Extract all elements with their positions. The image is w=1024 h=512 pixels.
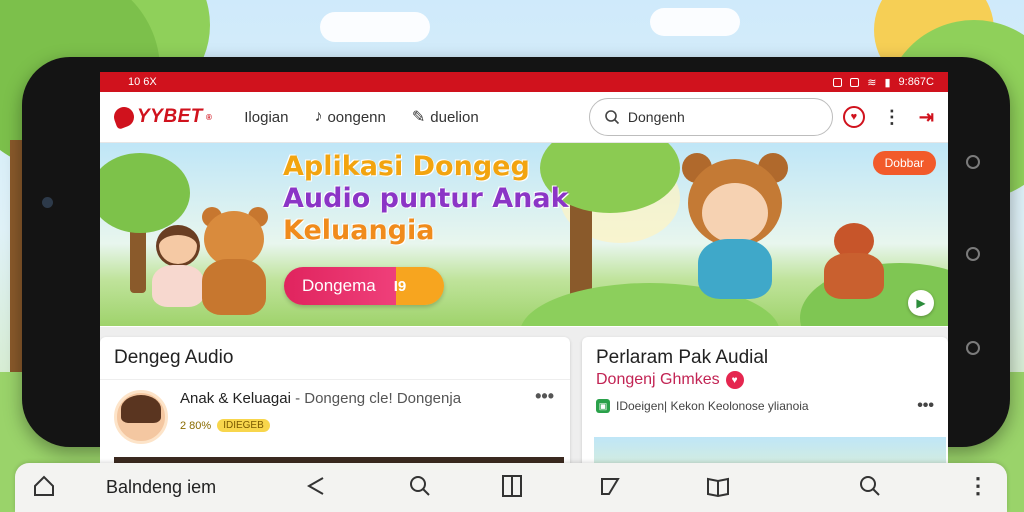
list-item[interactable]: Anak & Keluagai - Dongeng cle! Dongenja … bbox=[100, 380, 570, 454]
nav-item-label: duelion bbox=[430, 108, 479, 126]
more-options-icon[interactable]: ••• bbox=[535, 386, 554, 407]
header-actions: ♥ ⋮ ⇥ bbox=[842, 106, 934, 128]
wifi-icon: ≋ bbox=[867, 76, 877, 89]
episode-meta: 2 80% IDIEGEB bbox=[180, 419, 461, 432]
bottom-nav-label[interactable]: Balndeng iem bbox=[106, 477, 216, 498]
episode-title-main: Anak & Keluagai bbox=[180, 390, 291, 407]
logo-text: YYBET bbox=[137, 106, 203, 127]
edit-icon[interactable] bbox=[597, 473, 623, 499]
card-info-line: ▣ IDoeigen| Kekon Keolonose ylianoia ••• bbox=[582, 389, 948, 423]
background-cloud bbox=[650, 8, 740, 36]
speech-icon: ✎ bbox=[411, 109, 426, 126]
bottom-nav: Balndeng iem ⋮ bbox=[15, 463, 1007, 512]
share-icon[interactable] bbox=[303, 473, 329, 499]
hero-banner[interactable]: Aplikasi Dongeg Audio puntur Anak Keluan… bbox=[100, 143, 948, 326]
search-box[interactable] bbox=[588, 98, 833, 136]
hero-tree bbox=[100, 153, 190, 233]
phone-side-button bbox=[966, 247, 980, 261]
logo-registered: ® bbox=[205, 112, 213, 122]
card-subtitle: Dongenj Ghmkes ♥ bbox=[582, 371, 948, 389]
search-input[interactable] bbox=[627, 109, 808, 125]
hero-tag[interactable]: Dobbar bbox=[872, 151, 936, 175]
signal-icon: ▮ bbox=[884, 76, 891, 89]
audio-card: Dengeg Audio Anak & Keluagai - Dongeng c… bbox=[100, 337, 570, 467]
hero-cta-badge: I9 bbox=[393, 277, 407, 295]
featured-card[interactable]: Perlaram Pak Audial Dongenj Ghmkes ♥ ▣ I… bbox=[582, 337, 948, 467]
card-subtitle-text: Dongenj Ghmkes bbox=[596, 371, 720, 388]
home-icon[interactable] bbox=[31, 473, 57, 499]
phone-side-button bbox=[966, 155, 980, 169]
status-right: ≋ ▮ 9:867C bbox=[833, 76, 934, 89]
avatar bbox=[114, 390, 168, 444]
phone-screen: 10 6X ≋ ▮ 9:867C YYBET ® Ilogian ♪ oonge… bbox=[100, 72, 948, 467]
episode-progress-text: 2 80% bbox=[180, 419, 212, 432]
episode-subtitle: - Dongeng cle! Dongenja bbox=[295, 390, 462, 407]
card-title: Dengeg Audio bbox=[100, 337, 570, 380]
camera-dot bbox=[42, 197, 53, 208]
status-left: 10 6X bbox=[128, 76, 157, 88]
more-options-icon[interactable]: ⋮ bbox=[883, 107, 901, 128]
episode-title: Anak & Keluagai - Dongeng cle! Dongenja bbox=[180, 390, 461, 407]
top-nav: Ilogian ♪ oongenn ✎ duelion bbox=[244, 107, 478, 127]
play-icon[interactable]: ▶ bbox=[908, 290, 934, 316]
notification-icon bbox=[850, 77, 860, 87]
status-bar: 10 6X ≋ ▮ 9:867C bbox=[100, 72, 948, 92]
dog-character bbox=[820, 223, 890, 303]
nav-item-label: Ilogian bbox=[244, 108, 289, 126]
menu-icon[interactable]: ⇥ bbox=[919, 107, 934, 128]
app-header: YYBET ® Ilogian ♪ oongenn ✎ duelion ♥ bbox=[100, 92, 948, 143]
status-badge: IDIEGEB bbox=[217, 419, 270, 432]
nav-item-duelion[interactable]: ✎ duelion bbox=[412, 107, 479, 127]
bear-character bbox=[196, 205, 276, 315]
search-icon[interactable] bbox=[857, 473, 883, 499]
background-cloud bbox=[320, 12, 430, 42]
hero-cta-button[interactable]: Dongema I9 bbox=[284, 267, 444, 305]
search-icon[interactable] bbox=[407, 473, 433, 499]
card-title: Perlaram Pak Audial bbox=[596, 347, 769, 368]
nav-item-oongenn[interactable]: ♪ oongenn bbox=[314, 107, 385, 127]
phone-side-button bbox=[966, 341, 980, 355]
hero-title-line2: Audio puntur Anak bbox=[283, 183, 569, 214]
more-options-icon[interactable]: ••• bbox=[917, 397, 934, 415]
nav-item-ilogian[interactable]: Ilogian bbox=[244, 107, 288, 127]
library-icon[interactable] bbox=[705, 473, 731, 499]
bear-kid-character bbox=[680, 153, 790, 313]
hero-title-line1: Aplikasi Dongeg bbox=[283, 151, 530, 182]
hero-title-line3: Keluangia bbox=[283, 215, 435, 246]
hero-cta-label: Dongema bbox=[302, 276, 376, 295]
nav-item-label: oongenn bbox=[327, 108, 386, 126]
logo-mark-icon bbox=[111, 104, 137, 130]
alarm-icon bbox=[833, 77, 843, 87]
more-options-icon[interactable]: ⋮ bbox=[967, 473, 989, 499]
hero-title: Aplikasi Dongeg Audio puntur Anak Keluan… bbox=[283, 151, 569, 247]
content-area: Dengeg Audio Anak & Keluagai - Dongeng c… bbox=[100, 327, 948, 467]
shield-icon[interactable]: ♥ bbox=[842, 106, 865, 128]
status-time: 9:867C bbox=[898, 76, 934, 88]
category-icon: ▣ bbox=[596, 399, 610, 413]
card-info-text: IDoeigen| Kekon Keolonose ylianoia bbox=[616, 399, 809, 413]
book-icon[interactable] bbox=[499, 473, 525, 499]
search-icon bbox=[605, 110, 619, 125]
heart-icon[interactable]: ♥ bbox=[725, 371, 744, 389]
app-logo[interactable]: YYBET ® bbox=[111, 104, 213, 130]
note-icon: ♪ bbox=[314, 108, 323, 125]
